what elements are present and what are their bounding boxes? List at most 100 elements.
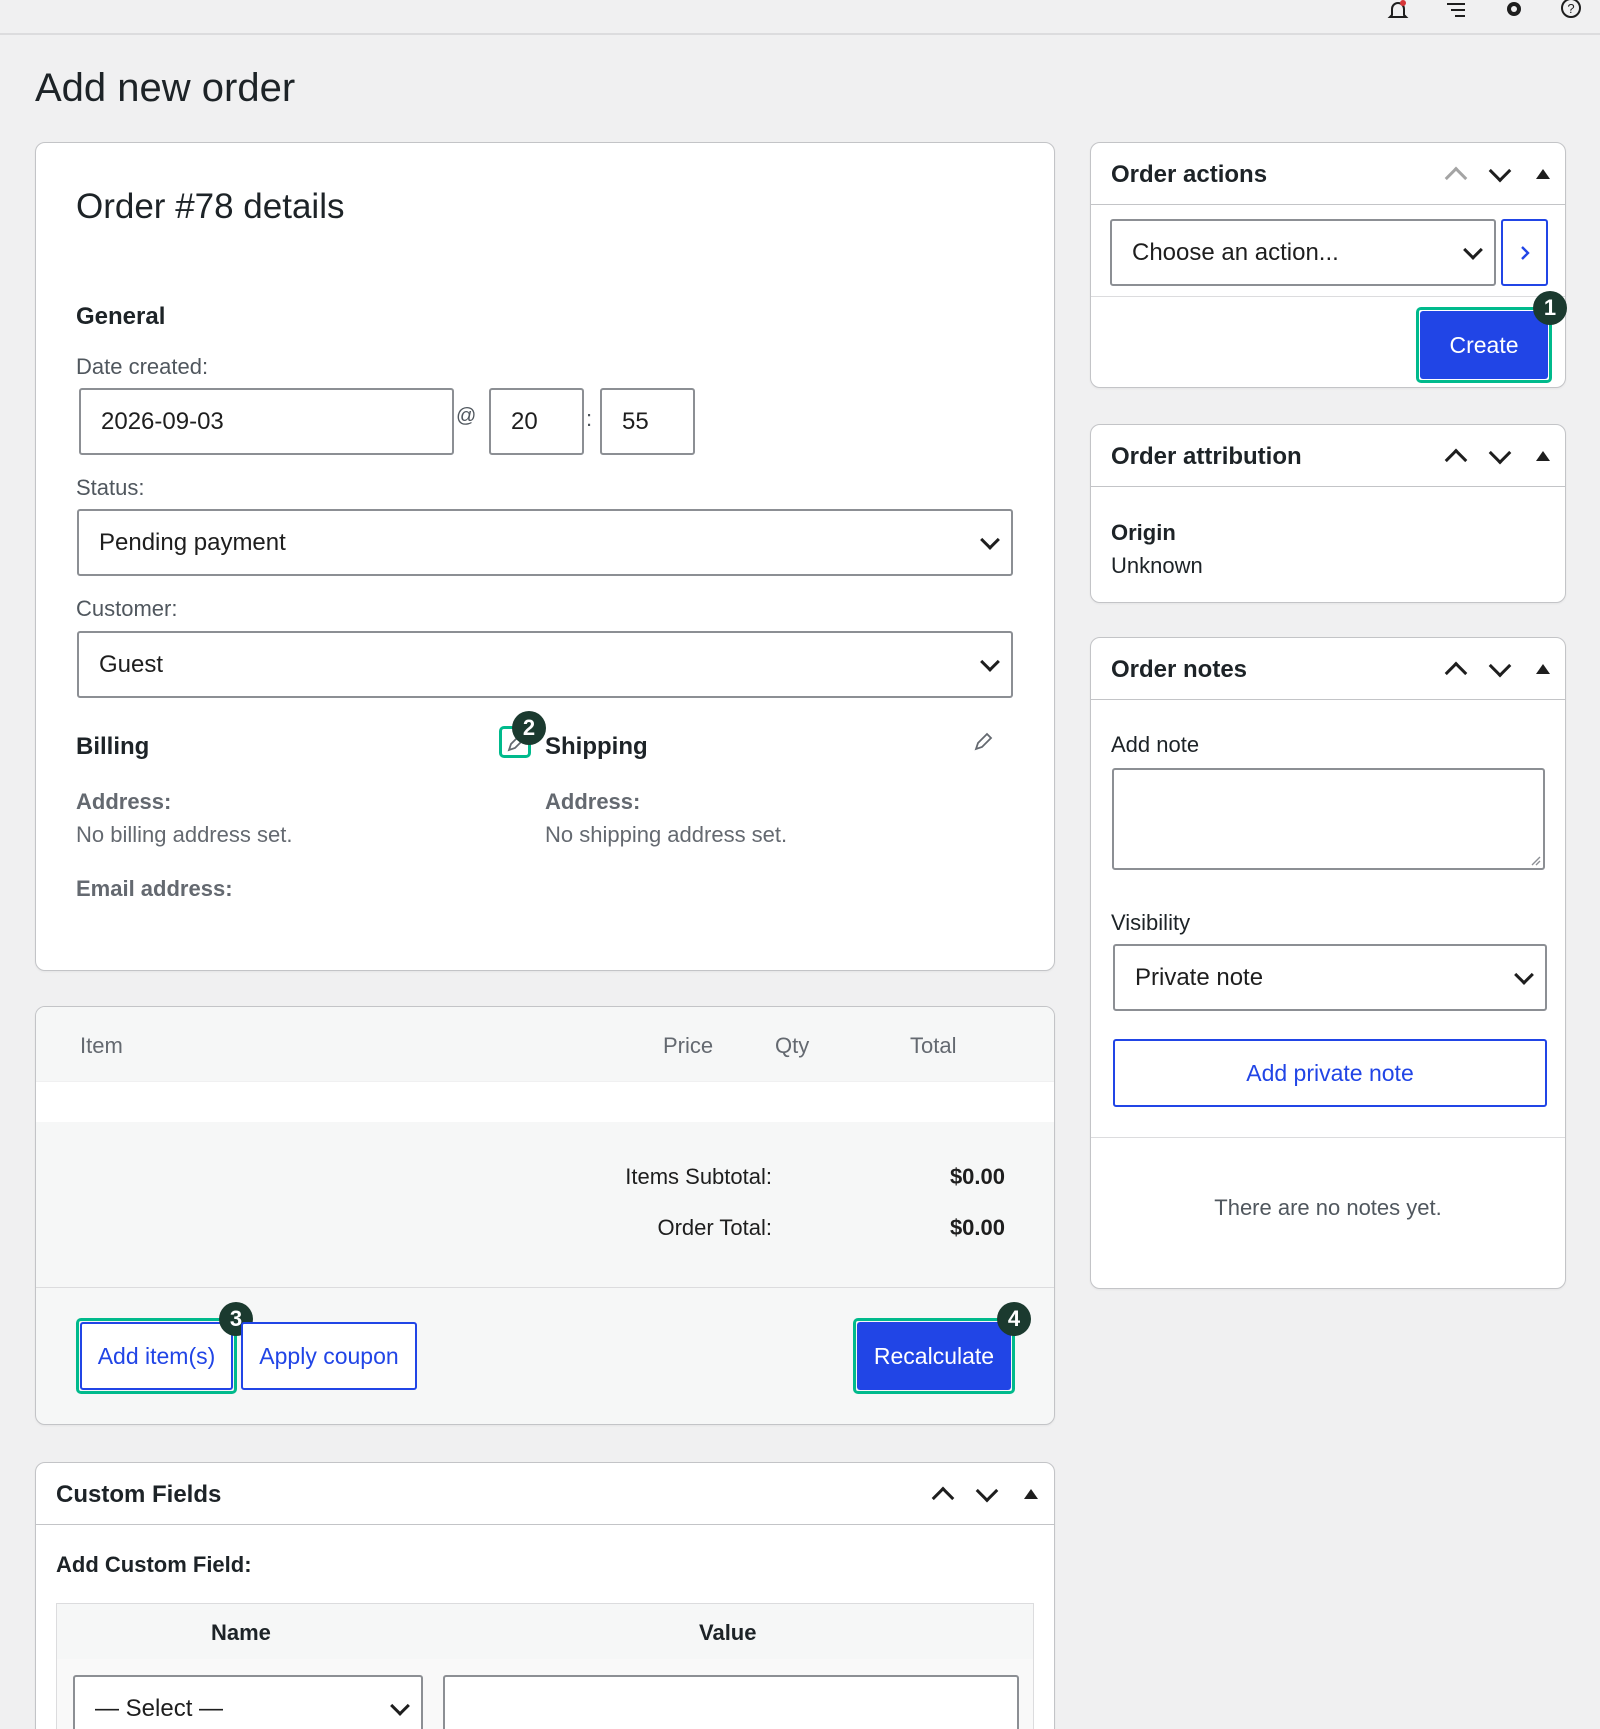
add-custom-field-label: Add Custom Field: [56, 1552, 252, 1577]
apply-action-button[interactable] [1501, 219, 1548, 286]
gear-icon[interactable] [1502, 0, 1526, 22]
order-items-panel: Item Price Qty Total Items Subtotal: $0.… [35, 1006, 1055, 1425]
shipping-edit-button[interactable] [971, 729, 997, 755]
chevron-down-icon [1514, 964, 1534, 985]
move-down-button[interactable] [1488, 163, 1510, 185]
custom-fields-header: Custom Fields [36, 1463, 1054, 1525]
at-separator: @ [456, 405, 477, 427]
value-column: Value [699, 1620, 757, 1645]
order-details-panel: Order #78 details General Date created: … [35, 142, 1055, 971]
chevron-down-icon [980, 651, 1000, 672]
shipping-address-value: No shipping address set. [545, 822, 788, 847]
custom-field-value-input[interactable] [443, 1675, 1019, 1729]
status-select[interactable]: Pending payment [77, 509, 1013, 576]
hour-value: 20 [511, 407, 538, 435]
move-down-button[interactable] [1488, 445, 1510, 467]
order-total-value: $0.00 [949, 1215, 1005, 1240]
note-textarea[interactable] [1112, 768, 1545, 870]
column-price: Price [663, 1033, 714, 1058]
order-actions-panel: Order actions Choose an action... Create… [1090, 142, 1567, 388]
add-items-button[interactable]: Add item(s) [80, 1322, 233, 1390]
move-up-button[interactable] [1444, 658, 1466, 680]
visibility-select[interactable]: Private note [1113, 944, 1547, 1011]
resize-handle-icon[interactable] [1529, 854, 1541, 866]
badge-4: 4 [997, 1302, 1031, 1336]
custom-fields-panel: Custom Fields Add Custom Field: Name Val… [35, 1462, 1055, 1729]
items-footer-divider [36, 1287, 1054, 1288]
chevron-down-icon [980, 529, 1000, 550]
status-label: Status: [76, 475, 145, 500]
visibility-label: Visibility [1111, 910, 1191, 935]
column-total: Total [910, 1033, 957, 1058]
custom-field-select-value: — Select — [95, 1694, 224, 1722]
order-notes-header: Order notes [1091, 638, 1565, 700]
time-separator: : [586, 406, 593, 431]
visibility-value: Private note [1135, 963, 1264, 991]
pencil-icon [974, 732, 993, 751]
customer-value: Guest [99, 650, 164, 678]
custom-field-table: Name Value — Select — [56, 1603, 1034, 1729]
chevron-down-icon [390, 1695, 410, 1716]
list-icon[interactable] [1444, 0, 1468, 22]
collapse-toggle-button[interactable] [1532, 658, 1554, 680]
customer-label: Customer: [76, 596, 178, 621]
order-actions-title: Order actions [1111, 161, 1268, 188]
billing-heading: Billing [76, 733, 150, 760]
customer-select[interactable]: Guest [77, 631, 1013, 698]
minute-input[interactable]: 55 [600, 388, 695, 455]
email-address-label: Email address: [76, 876, 233, 901]
custom-field-table-header: Name Value [57, 1604, 1033, 1659]
svg-text:?: ? [1567, 1, 1574, 16]
move-down-button[interactable] [1488, 658, 1510, 680]
chevron-down-icon [1463, 239, 1483, 260]
billing-address-value: No billing address set. [76, 822, 293, 847]
custom-field-name-select[interactable]: — Select — [73, 1675, 423, 1729]
order-action-select[interactable]: Choose an action... [1110, 219, 1496, 286]
minute-value: 55 [622, 407, 649, 435]
order-attribution-panel: Order attribution Origin Unknown [1090, 424, 1566, 603]
collapse-toggle-button[interactable] [1532, 163, 1554, 185]
move-up-button[interactable] [1444, 445, 1466, 467]
no-notes-text: There are no notes yet. [1214, 1195, 1442, 1220]
order-attribution-header: Order attribution [1091, 425, 1565, 487]
bell-icon[interactable] [1386, 0, 1410, 22]
name-column: Name [211, 1620, 271, 1645]
help-icon[interactable]: ? [1559, 0, 1583, 22]
order-notes-divider [1091, 1137, 1565, 1138]
origin-value: Unknown [1111, 553, 1203, 578]
custom-field-row: — Select — [57, 1659, 1033, 1729]
recalculate-button[interactable]: Recalculate [857, 1322, 1011, 1390]
items-table-header: Item Price Qty Total [36, 1007, 1054, 1082]
status-value: Pending payment [99, 528, 286, 556]
general-heading: General [76, 303, 166, 330]
order-notes-panel: Order notes Add note Visibility Private … [1090, 637, 1566, 1289]
move-up-button[interactable] [1444, 163, 1466, 185]
top-toolbar: ? [0, 0, 1600, 35]
order-actions-header: Order actions [1091, 143, 1565, 205]
collapse-toggle-button[interactable] [1020, 1483, 1042, 1505]
page-title: Add new order [35, 66, 296, 110]
custom-fields-title: Custom Fields [56, 1481, 222, 1508]
order-actions-divider [1091, 296, 1565, 297]
move-down-button[interactable] [975, 1483, 997, 1505]
create-button[interactable]: Create [1420, 311, 1548, 379]
order-details-heading: Order #78 details [76, 187, 345, 226]
order-notes-title: Order notes [1111, 656, 1248, 683]
order-action-value: Choose an action... [1132, 238, 1339, 266]
column-qty: Qty [775, 1033, 810, 1058]
badge-1: 1 [1533, 291, 1567, 325]
items-subtotal-value: $0.00 [949, 1164, 1005, 1189]
add-note-label: Add note [1111, 732, 1200, 757]
badge-2: 2 [512, 711, 546, 745]
order-attribution-title: Order attribution [1111, 443, 1302, 470]
shipping-address-label: Address: [545, 789, 641, 814]
add-private-note-button[interactable]: Add private note [1113, 1039, 1547, 1107]
order-total-label: Order Total: [657, 1215, 772, 1240]
date-created-input[interactable]: 2026-09-03 [79, 388, 454, 455]
hour-input[interactable]: 20 [489, 388, 584, 455]
move-up-button[interactable] [931, 1483, 953, 1505]
billing-address-label: Address: [76, 789, 172, 814]
items-list [36, 1082, 1054, 1122]
apply-coupon-button[interactable]: Apply coupon [241, 1322, 417, 1390]
collapse-toggle-button[interactable] [1532, 445, 1554, 467]
